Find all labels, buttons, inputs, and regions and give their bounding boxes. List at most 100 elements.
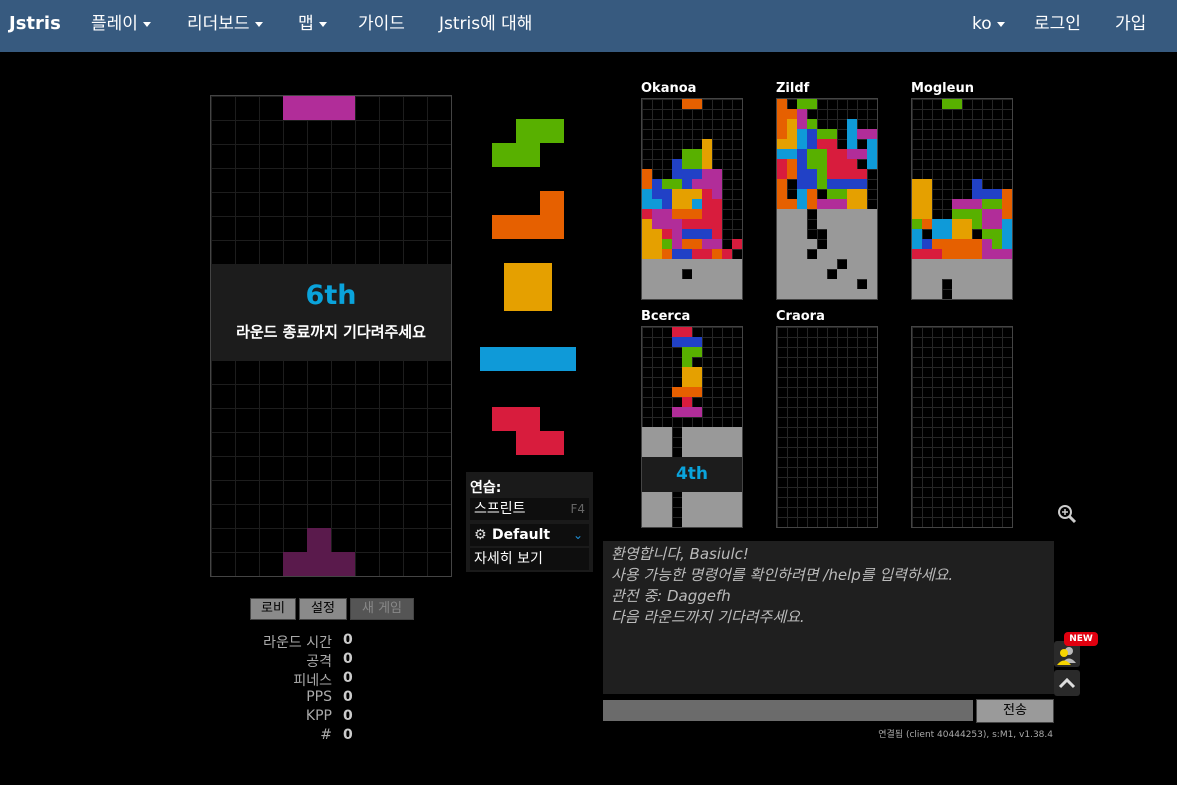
nav-login[interactable]: 로그인 <box>1034 0 1081 52</box>
opponent-block <box>777 229 787 239</box>
brand-logo[interactable]: Jstris <box>9 0 61 52</box>
opponent-block <box>837 269 847 279</box>
opponent-block <box>692 239 702 249</box>
queue-piece-block <box>480 347 504 371</box>
opponent-block <box>847 229 857 239</box>
opponent-block <box>847 119 857 129</box>
nav-leaderboard[interactable]: 리더보드 <box>187 0 263 52</box>
opponent-block <box>922 179 932 189</box>
opponent-block <box>992 189 1002 199</box>
opponent-block <box>797 229 807 239</box>
opponent-block <box>797 119 807 129</box>
opponent-block <box>857 249 867 259</box>
zoom-in-icon[interactable] <box>1054 501 1080 527</box>
opponent-block <box>777 189 787 199</box>
opponent-block <box>817 209 827 219</box>
nav-maps[interactable]: 맵 <box>298 0 327 52</box>
opponent-block <box>787 219 797 229</box>
opponent-block <box>962 289 972 299</box>
opponent-block <box>682 437 692 447</box>
opponent-block <box>827 209 837 219</box>
opponent-block <box>732 239 742 249</box>
opponent-block <box>722 447 732 457</box>
opponent-block <box>642 189 652 199</box>
opponent-block <box>952 199 962 209</box>
opponent-block <box>912 249 922 259</box>
settings-button[interactable]: 설정 <box>299 598 347 620</box>
nav-guide[interactable]: 가이드 <box>358 0 405 52</box>
opponent-block <box>962 219 972 229</box>
opponent-block <box>652 219 662 229</box>
opponent-block <box>867 279 877 289</box>
opponent-block <box>827 129 837 139</box>
opponent-block <box>962 269 972 279</box>
opponent-block <box>797 109 807 119</box>
opponent-board <box>911 326 1013 528</box>
waiting-text: 라운드 종료까지 기다려주세요 <box>236 323 426 341</box>
opponent-block <box>732 259 742 269</box>
queue-piece-block <box>516 143 540 167</box>
opponent-block <box>682 199 692 209</box>
opponent-block <box>732 447 742 457</box>
opponent-block <box>847 289 857 299</box>
opponent-block <box>702 279 712 289</box>
opponent-block <box>912 219 922 229</box>
queue-piece-block <box>492 407 516 431</box>
opponent-block <box>932 249 942 259</box>
opponent-block <box>682 517 692 527</box>
opponent-block <box>692 179 702 189</box>
opponent-block <box>662 259 672 269</box>
opponent-name: Mogleun <box>911 81 974 96</box>
opponent-block <box>682 387 692 397</box>
opponent-block <box>712 229 722 239</box>
opponent-block <box>692 337 702 347</box>
opponent-block <box>912 229 922 239</box>
nav-about[interactable]: Jstris에 대해 <box>439 0 532 52</box>
chat-message: 사용 가능한 명령어를 확인하려면 /help를 입력하세요. <box>611 566 954 584</box>
opponent-block <box>787 119 797 129</box>
queue-piece-block <box>540 119 564 143</box>
opponent-block <box>827 219 837 229</box>
opponent-block <box>912 209 922 219</box>
opponent-block <box>837 159 847 169</box>
opponent-block <box>692 289 702 299</box>
new-game-button[interactable]: 새 게임 <box>350 598 414 620</box>
opponent-block <box>642 427 652 437</box>
chevron-up-icon[interactable] <box>1054 670 1080 696</box>
opponent-block <box>777 239 787 249</box>
opponent-block <box>662 219 672 229</box>
opponent-block <box>962 239 972 249</box>
opponent-block <box>807 119 817 129</box>
skin-select[interactable]: ⚙ Default ⌄ <box>470 524 589 546</box>
opponent-block <box>807 159 817 169</box>
opponent-block <box>692 189 702 199</box>
opponent-block <box>672 229 682 239</box>
opponent-block <box>857 129 867 139</box>
details-link[interactable]: 자세히 보기 <box>470 548 589 570</box>
opponent-block <box>972 189 982 199</box>
opponent-block <box>672 387 682 397</box>
nav-play[interactable]: 플레이 <box>91 0 151 52</box>
opponent-block <box>702 229 712 239</box>
opponent-block <box>787 209 797 219</box>
opponent-block <box>982 199 992 209</box>
opponent-block <box>652 259 662 269</box>
chat-input[interactable] <box>603 700 973 721</box>
lobby-button[interactable]: 로비 <box>250 598 296 620</box>
opponent-board <box>776 98 878 300</box>
send-button[interactable]: 전송 <box>976 699 1054 723</box>
opponent-block <box>662 447 672 457</box>
opponent-block <box>777 169 787 179</box>
opponent-block <box>807 189 817 199</box>
opponent-block <box>817 219 827 229</box>
opponent-block <box>972 249 982 259</box>
nav-signup[interactable]: 가입 <box>1115 0 1146 52</box>
practice-mode-sprint[interactable]: 스프린트 F4 <box>470 498 589 520</box>
opponent-block <box>702 289 712 299</box>
opponent-block <box>692 99 702 109</box>
placement-text: 6th <box>305 280 357 311</box>
opponent-block <box>702 159 712 169</box>
nav-language[interactable]: ko <box>972 0 1005 52</box>
opponent-block <box>662 437 672 447</box>
opponent-block <box>692 377 702 387</box>
